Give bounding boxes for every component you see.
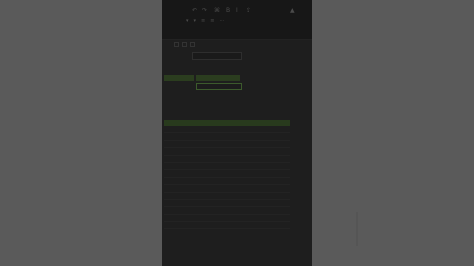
cell[interactable] — [198, 222, 260, 228]
cell[interactable] — [198, 178, 260, 184]
cell[interactable] — [164, 215, 198, 221]
italic-icon[interactable]: I — [236, 8, 238, 14]
cell[interactable] — [260, 178, 290, 184]
cell[interactable] — [164, 207, 198, 213]
cell-icon[interactable] — [174, 42, 179, 47]
table-row[interactable] — [164, 222, 290, 230]
cell[interactable] — [260, 126, 290, 132]
table-row[interactable] — [164, 185, 290, 193]
cell[interactable] — [164, 200, 198, 206]
cell[interactable] — [198, 156, 260, 162]
table-row[interactable] — [164, 126, 290, 134]
cell-icon[interactable] — [190, 42, 195, 47]
more-icon[interactable]: ▲ — [290, 8, 295, 14]
share-icon[interactable]: ⇪ — [246, 8, 251, 14]
cell-icon[interactable] — [182, 42, 187, 47]
table-row[interactable] — [164, 141, 290, 149]
cell[interactable] — [198, 163, 260, 169]
cell[interactable] — [198, 141, 260, 147]
cell[interactable] — [198, 148, 260, 154]
cell[interactable] — [164, 193, 198, 199]
cell[interactable] — [260, 163, 290, 169]
toolbar-item[interactable]: ▾ — [194, 18, 197, 24]
table-row[interactable] — [164, 148, 290, 156]
format-toolbar: ▾ ▾ ≡ ≡ ⋯ — [186, 18, 224, 24]
cell[interactable] — [260, 148, 290, 154]
cell[interactable] — [164, 126, 198, 132]
cell[interactable] — [164, 133, 198, 139]
form-header-right — [196, 75, 240, 81]
table-row[interactable] — [164, 163, 290, 171]
table-row[interactable] — [164, 193, 290, 200]
cell[interactable] — [164, 156, 198, 162]
cell[interactable] — [164, 148, 198, 154]
scrollbar-thumb[interactable] — [356, 212, 358, 246]
cell[interactable] — [260, 141, 290, 147]
cell[interactable] — [198, 193, 260, 199]
cell[interactable] — [260, 222, 290, 228]
toolbar-item[interactable]: ≡ — [201, 18, 205, 24]
undo-icon[interactable]: ↶ — [192, 8, 197, 14]
form-header-left — [164, 75, 194, 81]
bold-icon[interactable]: B — [226, 8, 230, 14]
toolbar-item[interactable]: ▾ — [186, 18, 189, 24]
cell[interactable] — [260, 200, 290, 206]
cell[interactable] — [260, 207, 290, 213]
cell[interactable] — [260, 185, 290, 191]
formula-bar[interactable] — [192, 52, 242, 60]
data-table — [164, 120, 290, 230]
cell[interactable] — [198, 185, 260, 191]
cell[interactable] — [260, 133, 290, 139]
spreadsheet-app-frame: ↶ ↷ ⌘ B I ⇪ ▲ ▾ ▾ ≡ ≡ ⋯ — [162, 0, 312, 266]
cell[interactable] — [260, 215, 290, 221]
cell[interactable] — [260, 170, 290, 176]
cell[interactable] — [198, 207, 260, 213]
cell[interactable] — [164, 163, 198, 169]
redo-icon[interactable]: ↷ — [202, 8, 207, 14]
toolbar-item[interactable]: ≡ — [210, 18, 214, 24]
cell[interactable] — [164, 222, 198, 228]
cell[interactable] — [198, 215, 260, 221]
table-row[interactable] — [164, 215, 290, 223]
table-row[interactable] — [164, 200, 290, 208]
cell[interactable] — [260, 156, 290, 162]
form-input[interactable] — [196, 83, 242, 90]
cell[interactable] — [260, 193, 290, 199]
cell[interactable] — [198, 170, 260, 176]
table-row[interactable] — [164, 207, 290, 215]
cell[interactable] — [164, 185, 198, 191]
cell[interactable] — [198, 200, 260, 206]
table-row[interactable] — [164, 156, 290, 163]
app-topbar: ↶ ↷ ⌘ B I ⇪ ▲ ▾ ▾ ≡ ≡ ⋯ — [162, 0, 312, 40]
table-row[interactable] — [164, 170, 290, 178]
cell[interactable] — [164, 141, 198, 147]
cell[interactable] — [198, 133, 260, 139]
cell[interactable] — [164, 170, 198, 176]
table-row[interactable] — [164, 133, 290, 141]
sheet-toolbar — [174, 42, 195, 47]
table-row[interactable] — [164, 178, 290, 186]
cell[interactable] — [198, 126, 260, 132]
toolbar-item[interactable]: ⋯ — [219, 18, 224, 24]
format-icon[interactable]: ⌘ — [214, 8, 220, 14]
cell[interactable] — [164, 178, 198, 184]
